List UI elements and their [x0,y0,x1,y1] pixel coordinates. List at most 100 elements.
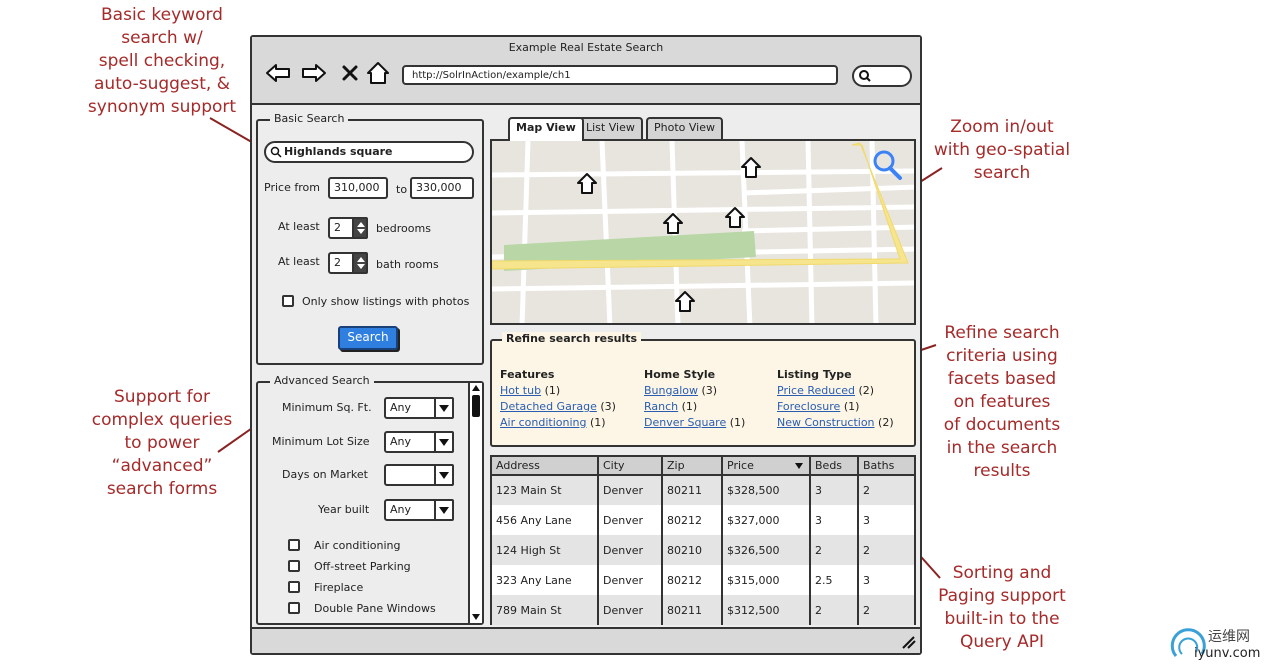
facet-item: Bungalow (3) [644,383,745,399]
sort-desc-icon[interactable] [795,463,803,469]
watermark-cn: 运维网 [1208,629,1250,645]
cell-zip: 80211 [662,475,723,505]
facet-link[interactable]: Denver Square [644,416,726,429]
price-max-input[interactable]: 330,000 [410,177,474,199]
resize-grip-icon[interactable] [900,635,916,649]
cell-baths: 3 [863,573,870,587]
table-row[interactable]: 789 Main St Denver 80211 $312,500 2 2 [492,595,914,625]
tab-photo-view[interactable]: Photo View [646,117,723,139]
year-built-select[interactable]: Any [384,499,454,521]
off-street-parking-checkbox[interactable] [288,560,300,572]
facet-item: Price Reduced (2) [777,383,894,399]
search-button[interactable]: Search [338,326,398,350]
table-row[interactable]: 124 High St Denver 80210 $326,500 2 2 [492,535,914,565]
keyword-search-input[interactable]: Highlands square [264,141,474,163]
keyword-search-value: Highlands square [284,145,393,158]
air-conditioning-checkbox[interactable] [288,539,300,551]
facet-column-home-style: Home Style Bungalow (3) Ranch (1) Denver… [644,367,745,431]
bedrooms-stepper[interactable]: 2 [328,217,368,239]
home-icon[interactable] [364,59,392,87]
facet-count: (1) [729,416,746,429]
air-conditioning-label: Air conditioning [314,539,401,552]
zoom-icon[interactable] [873,150,902,180]
facet-count: (2) [878,416,894,429]
table-row[interactable]: 123 Main St Denver 80211 $328,500 3 2 [492,475,914,505]
house-marker-icon[interactable] [663,213,683,234]
facet-link[interactable]: Foreclosure [777,400,840,413]
facet-link[interactable]: Air conditioning [500,416,586,429]
magnifier-icon [859,70,871,82]
column-header-baths[interactable]: Baths [858,457,914,476]
chevron-down-icon[interactable] [434,499,454,521]
chevron-down-icon[interactable] [434,397,454,419]
facet-link[interactable]: Bungalow [644,384,698,397]
fireplace-checkbox[interactable] [288,581,300,593]
facet-item: Ranch (1) [644,399,745,415]
year-built-label: Year built [318,503,370,516]
scroll-down-icon[interactable] [472,614,480,620]
search-icon [270,146,282,158]
facet-column-features: Features Hot tub (1) Detached Garage (3)… [500,367,616,431]
chevron-down-icon[interactable] [434,464,454,486]
min-sqft-select[interactable]: Any [384,397,454,419]
chevron-down-icon[interactable] [434,431,454,453]
baths-label: bath rooms [376,258,439,271]
results-table: Address City Zip Price Beds Baths 123 Ma… [490,455,916,625]
min-lot-label: Minimum Lot Size [272,435,370,448]
browser-search-box[interactable] [852,65,912,87]
facet-item: Foreclosure (1) [777,399,894,415]
photos-only-checkbox[interactable] [282,295,294,307]
facet-link[interactable]: Hot tub [500,384,541,397]
days-on-market-select[interactable] [384,464,454,486]
advanced-search-scrollbar[interactable] [468,383,482,623]
facet-item: Hot tub (1) [500,383,616,399]
cell-beds: 3 [810,475,859,505]
cell-beds: 2 [810,595,859,625]
cell-beds: 3 [810,505,859,535]
baths-stepper[interactable]: 2 [328,252,368,274]
days-on-market-label: Days on Market [282,468,368,481]
back-icon[interactable] [264,59,292,87]
annotation-sorting: Sorting and Paging support built-in to t… [938,563,1066,652]
cell-price: $315,000 [722,565,811,595]
cell-zip: 80212 [662,565,723,595]
cell-address: 123 Main St [492,475,599,505]
cell-baths: 2 [858,475,914,505]
column-header-beds[interactable]: Beds [810,457,859,476]
tab-map-view[interactable]: Map View [508,117,584,141]
table-row[interactable]: 456 Any Lane Denver 80212 $327,000 3 3 [492,505,914,535]
min-sqft-value: Any [390,401,412,414]
column-header-zip[interactable]: Zip [662,457,723,476]
url-bar[interactable]: http://SolrInAction/example/ch1 [402,65,838,85]
cell-city: Denver [598,505,663,535]
cell-zip: 80212 [662,505,723,535]
facet-link[interactable]: Detached Garage [500,400,597,413]
cell-address: 789 Main St [492,595,599,625]
scroll-up-icon[interactable] [472,385,480,391]
facet-count: (3) [701,384,718,397]
column-header-address[interactable]: Address [492,457,599,476]
cell-city: Denver [598,535,663,565]
facet-link[interactable]: Price Reduced [777,384,855,397]
column-header-price[interactable]: Price [722,457,811,476]
window-title: Example Real Estate Search [508,41,664,54]
scroll-thumb[interactable] [472,395,480,417]
min-lot-select[interactable]: Any [384,431,454,453]
facet-link[interactable]: New Construction [777,416,875,429]
column-header-city[interactable]: City [598,457,663,476]
table-row[interactable]: 323 Any Lane Denver 80212 $315,000 2.5 3 [492,565,914,595]
facet-count: (1) [589,416,606,429]
facet-link[interactable]: Ranch [644,400,678,413]
basic-search-legend: Basic Search [270,112,349,126]
stop-icon[interactable] [336,59,364,87]
double-pane-windows-checkbox[interactable] [288,602,300,614]
house-marker-icon[interactable] [577,173,597,194]
forward-icon[interactable] [300,59,328,87]
price-min-input[interactable]: 310,000 [328,177,388,199]
price-from-label: Price from [264,181,320,194]
map-view[interactable] [490,139,916,325]
bedrooms-stepper-arrows-icon[interactable] [352,217,368,239]
map-canvas[interactable] [492,141,916,325]
baths-stepper-arrows-icon[interactable] [352,252,368,274]
tab-list-view[interactable]: List View [578,117,643,139]
